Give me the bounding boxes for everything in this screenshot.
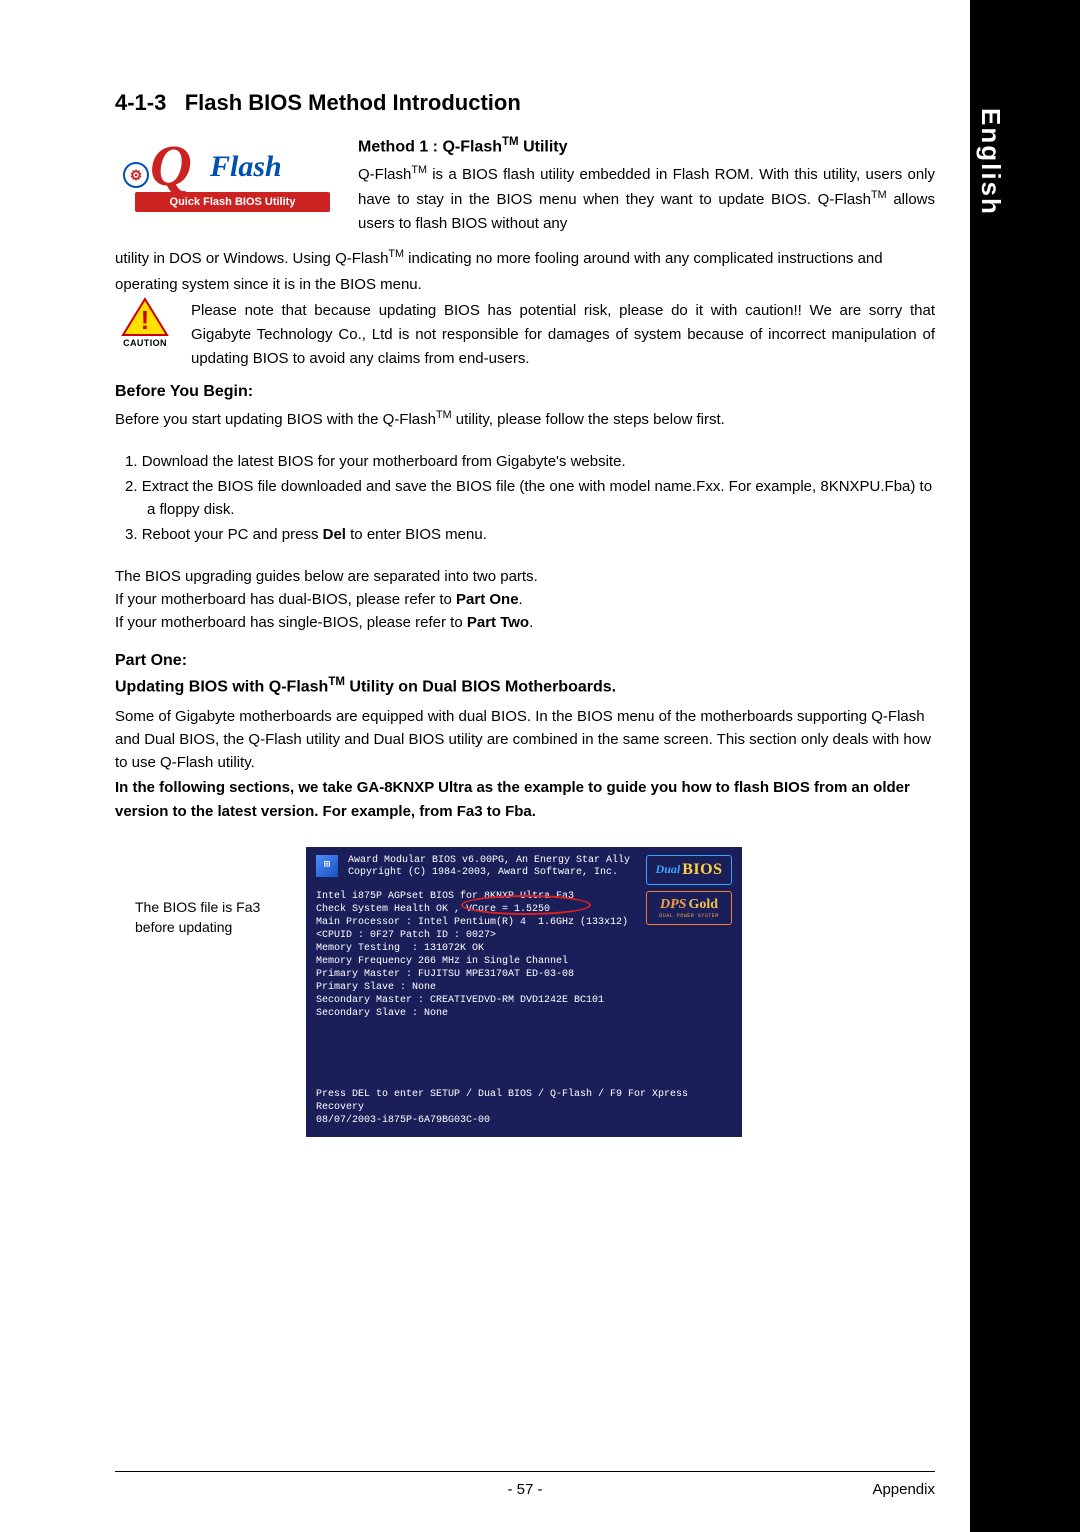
section-title: Flash BIOS Method Introduction <box>185 90 521 115</box>
side-black-bar <box>970 0 1080 1532</box>
svg-text:!: ! <box>141 305 150 335</box>
gear-icon: ⚙ <box>123 162 149 188</box>
caution-text: Please note that because updating BIOS h… <box>191 299 935 371</box>
before-begin-intro: Before you start updating BIOS with the … <box>115 407 935 431</box>
qflash-flash: Flash <box>210 150 282 184</box>
figure-caption: The BIOS file is Fa3 before updating <box>135 897 290 938</box>
before-begin-heading: Before You Begin: <box>115 383 935 401</box>
bios-footer-1: Press DEL to enter SETUP / Dual BIOS / Q… <box>316 1088 742 1114</box>
bios-screenshot: ⊞ Award Modular BIOS v6.00PG, An Energy … <box>306 847 742 1137</box>
language-tab: English <box>971 100 1010 224</box>
part-one-subheading: Updating BIOS with Q-FlashTM Utility on … <box>115 676 935 696</box>
step-item: Reboot your PC and press Del to enter BI… <box>143 523 935 546</box>
guide-split-1: The BIOS upgrading guides below are sepa… <box>115 565 935 588</box>
method1-intro-cont: utility in DOS or Windows. Using Q-Flash… <box>115 246 935 271</box>
qflash-logo: ⚙ Q Flash Quick Flash BIOS Utility <box>115 136 340 214</box>
section-heading: 4-1-3 Flash BIOS Method Introduction <box>115 90 935 116</box>
qflash-subtitle: Quick Flash BIOS Utility <box>135 192 330 212</box>
caution-label: CAUTION <box>115 338 175 348</box>
dps-gold-logo: DPSGold DUAL POWER SYSTEM <box>646 891 732 925</box>
guide-split-2: If your motherboard has dual-BIOS, pleas… <box>115 588 935 611</box>
method1-intro-cont2: operating system since it is in the BIOS… <box>115 273 935 297</box>
section-number: 4-1-3 <box>115 90 166 115</box>
bios-footer-2: 08/07/2003-i875P-6A79BG03C-00 <box>316 1114 742 1127</box>
footer-rule <box>115 1471 935 1472</box>
steps-list: Download the latest BIOS for your mother… <box>121 450 935 547</box>
part-one-bold-note: In the following sections, we take GA-8K… <box>115 776 935 823</box>
dual-bios-logo: DualBIOS <box>646 855 732 885</box>
part-one-desc: Some of Gigabyte motherboards are equipp… <box>115 705 935 775</box>
step-item: Extract the BIOS file downloaded and sav… <box>143 475 935 522</box>
part-one-heading: Part One: <box>115 652 935 670</box>
caution-icon: ! CAUTION <box>115 297 175 348</box>
bios-badge-icon: ⊞ <box>316 855 338 877</box>
method1-title: Method 1 : Q-FlashTM Utility <box>358 136 935 156</box>
method1-intro-right: Q-FlashTM is a BIOS flash utility embedd… <box>358 162 935 236</box>
page-number: - 57 - <box>115 1481 935 1498</box>
qflash-q: Q <box>150 136 192 199</box>
guide-split-3: If your motherboard has single-BIOS, ple… <box>115 611 935 634</box>
step-item: Download the latest BIOS for your mother… <box>143 450 935 473</box>
